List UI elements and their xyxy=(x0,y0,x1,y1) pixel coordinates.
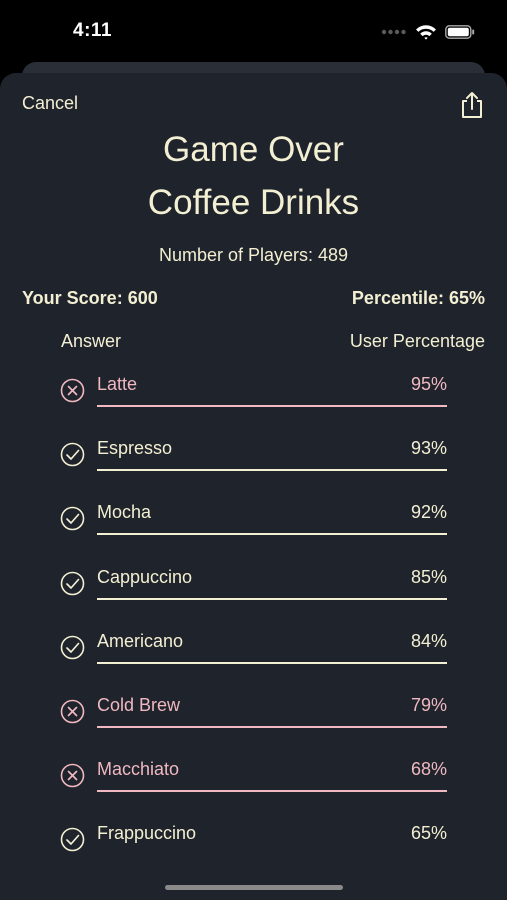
answer-name: Americano xyxy=(97,630,184,651)
checkmark-circle-icon xyxy=(60,442,85,467)
answer-row: Americano 84% xyxy=(0,629,507,669)
answer-name: Cold Brew xyxy=(97,695,181,715)
quiz-title: Coffee Drinks xyxy=(147,183,360,222)
answer-row: Macchiato 68% xyxy=(0,757,507,797)
checkmark-circle-icon xyxy=(60,828,85,852)
share-icon[interactable] xyxy=(458,90,486,120)
page-title: Game Over xyxy=(163,130,344,169)
answer-name: Macchiato xyxy=(97,759,180,780)
answer-row: Cappuccino 85% xyxy=(0,565,507,605)
status-bar: 4:11 xyxy=(0,0,507,60)
answer-row: Frappuccino 65% xyxy=(0,821,507,861)
checkmark-circle-icon xyxy=(60,635,85,660)
answer-name: Frappuccino xyxy=(97,823,197,844)
answer-percentage: 93% xyxy=(410,438,447,459)
answer-divider xyxy=(97,790,447,793)
answer-percentage: 65% xyxy=(410,823,447,844)
answer-percentage: 92% xyxy=(410,502,447,523)
answer-divider xyxy=(97,469,447,472)
answer-percentage: 68% xyxy=(410,759,447,780)
column-header-user-percentage: User Percentage xyxy=(349,331,485,351)
answer-row: Cold Brew 79% xyxy=(0,693,507,733)
x-circle-icon xyxy=(60,763,85,788)
players-count: Number of Players: 489 xyxy=(158,245,349,265)
answer-divider xyxy=(97,405,447,407)
answer-name: Latte xyxy=(97,374,138,394)
answer-percentage: 79% xyxy=(410,695,447,715)
answer-divider xyxy=(97,726,447,728)
wifi-icon xyxy=(416,25,436,40)
column-header-answer: Answer xyxy=(61,331,122,351)
answer-divider xyxy=(97,661,447,664)
answer-divider xyxy=(97,533,447,536)
answer-divider xyxy=(97,597,447,600)
answer-row: Latte 95% xyxy=(0,372,507,412)
signal-dots-icon xyxy=(381,29,406,35)
x-circle-icon xyxy=(60,378,85,403)
checkmark-circle-icon xyxy=(60,507,85,531)
home-indicator xyxy=(165,885,343,890)
answer-name: Espresso xyxy=(97,438,173,459)
answer-row: Mocha 92% xyxy=(0,500,507,540)
percentile: Percentile: 65% xyxy=(351,288,485,308)
checkmark-circle-icon xyxy=(60,571,85,595)
status-time: 4:11 xyxy=(73,20,112,41)
answer-percentage: 95% xyxy=(410,374,447,394)
x-circle-icon xyxy=(60,699,85,724)
your-score: Your Score: 600 xyxy=(22,288,158,308)
status-icons xyxy=(381,22,475,42)
answer-percentage: 84% xyxy=(410,630,447,651)
cancel-button[interactable]: Cancel xyxy=(22,93,78,114)
answer-name: Mocha xyxy=(97,502,152,523)
answer-name: Cappuccino xyxy=(97,566,193,587)
answer-row: Espresso 93% xyxy=(0,436,507,476)
battery-icon xyxy=(445,25,475,39)
answer-percentage: 85% xyxy=(410,566,447,587)
